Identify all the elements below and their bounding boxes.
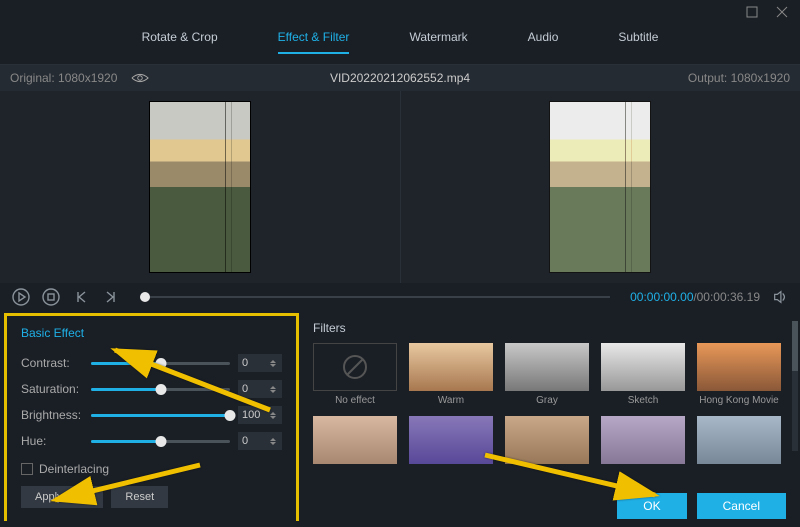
spinner-brightness[interactable]: 100 (238, 406, 282, 424)
slider-brightness[interactable] (91, 414, 230, 417)
filter-f2a[interactable] (313, 416, 397, 468)
preview-original (0, 91, 400, 283)
filter-f2b[interactable] (409, 416, 493, 468)
tab-effect-filter[interactable]: Effect & Filter (278, 30, 350, 54)
slider-label: Hue: (21, 434, 83, 448)
filter-f2e[interactable] (697, 416, 781, 468)
tab-bar: Rotate & Crop Effect & Filter Watermark … (0, 24, 800, 65)
basic-effect-panel: Basic Effect Contrast: 0 Saturation: 0 Bri… (4, 313, 299, 521)
timeline-scrubber[interactable] (140, 296, 610, 298)
tab-subtitle[interactable]: Subtitle (618, 30, 658, 54)
slider-saturation[interactable] (91, 388, 230, 391)
filters-title: Filters (313, 321, 786, 335)
output-dimensions: Output: 1080x1920 (688, 71, 800, 85)
volume-button[interactable] (772, 289, 788, 305)
eye-icon[interactable] (131, 72, 149, 84)
filter-f2d[interactable] (601, 416, 685, 468)
stop-button[interactable] (42, 288, 60, 306)
spinner-saturation[interactable]: 0 (238, 380, 282, 398)
next-frame-button[interactable] (102, 288, 120, 306)
filter-No effect[interactable]: No effect (313, 343, 397, 406)
filters-scrollbar[interactable] (792, 321, 798, 451)
tab-watermark[interactable]: Watermark (409, 30, 467, 54)
play-button[interactable] (12, 288, 30, 306)
close-icon[interactable] (776, 6, 788, 18)
filter-Gray[interactable]: Gray (505, 343, 589, 406)
spinner-contrast[interactable]: 0 (238, 354, 282, 372)
slider-label: Saturation: (21, 382, 83, 396)
tab-audio[interactable]: Audio (528, 30, 559, 54)
timecode: 00:00:00.00/00:00:36.19 (630, 290, 760, 304)
filter-f2c[interactable] (505, 416, 589, 468)
cancel-button[interactable]: Cancel (697, 493, 786, 519)
file-name: VID20220212062552.mp4 (330, 71, 470, 85)
reset-button[interactable]: Reset (111, 486, 168, 508)
slider-label: Contrast: (21, 356, 83, 370)
filter-Hong Kong Movie[interactable]: Hong Kong Movie (697, 343, 781, 406)
tab-rotate-crop[interactable]: Rotate & Crop (142, 30, 218, 54)
preview-output (400, 91, 800, 283)
prev-frame-button[interactable] (72, 288, 90, 306)
ok-button[interactable]: OK (617, 493, 686, 519)
filter-Warm[interactable]: Warm (409, 343, 493, 406)
filter-Sketch[interactable]: Sketch (601, 343, 685, 406)
filters-panel: Filters No effectWarmGraySketchHong Kong… (299, 311, 800, 521)
slider-contrast[interactable] (91, 362, 230, 365)
deinterlacing-checkbox[interactable]: Deinterlacing (21, 462, 282, 476)
apply-to-all-button[interactable]: Apply to All (21, 486, 103, 508)
slider-label: Brightness: (21, 408, 83, 422)
basic-effect-title: Basic Effect (21, 326, 282, 340)
maximize-icon[interactable] (746, 6, 758, 18)
spinner-hue[interactable]: 0 (238, 432, 282, 450)
slider-hue[interactable] (91, 440, 230, 443)
original-dimensions: Original: 1080x1920 (10, 71, 117, 85)
